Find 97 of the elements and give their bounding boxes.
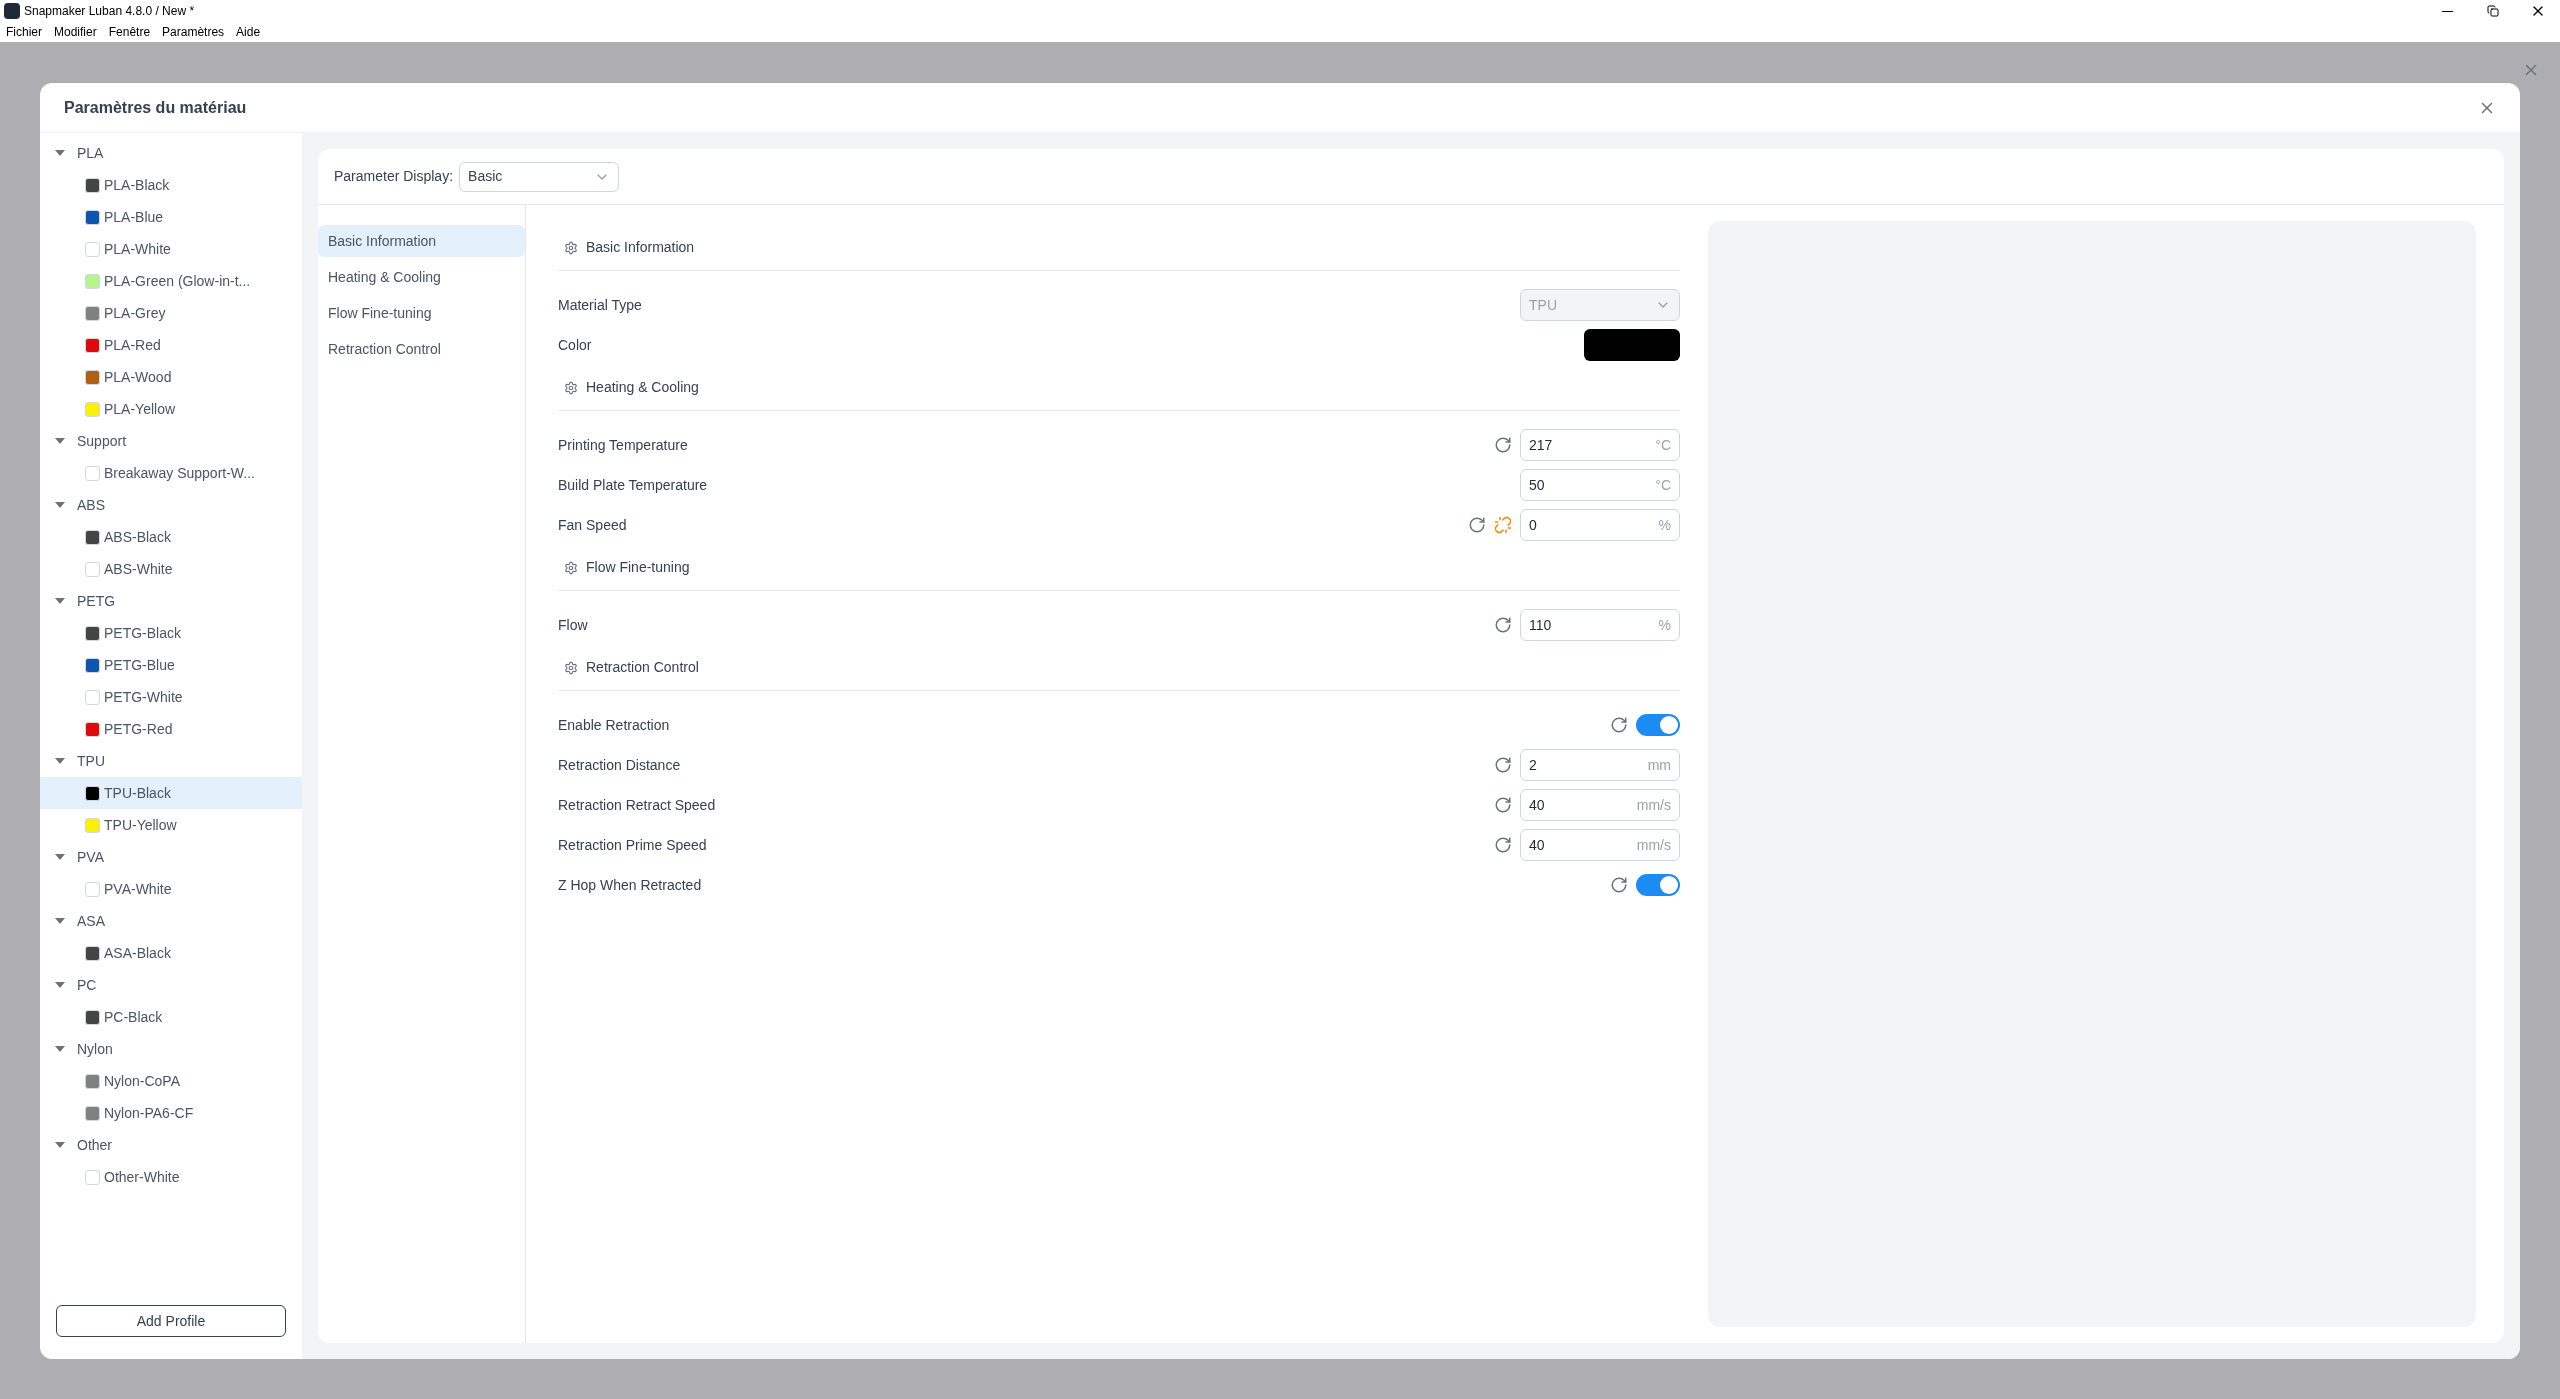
nav-tab[interactable]: Retraction Control: [318, 333, 525, 365]
setting-label: Enable Retraction: [558, 715, 670, 735]
material-item[interactable]: ASA-Black: [40, 937, 302, 969]
group-label[interactable]: ABS: [77, 494, 105, 516]
menu-item[interactable]: Paramètres: [162, 23, 225, 41]
nav-tab[interactable]: Basic Information: [318, 225, 525, 257]
caret-icon[interactable]: [55, 982, 65, 988]
section-title: Retraction Control: [586, 658, 699, 677]
reset-icon[interactable]: [1494, 756, 1512, 774]
material-item[interactable]: PLA-Blue: [40, 201, 302, 233]
number-field[interactable]: 110 %: [1520, 609, 1680, 641]
setting-label: Retraction Retract Speed: [558, 795, 716, 815]
group-label[interactable]: ASA: [77, 910, 105, 932]
group-label[interactable]: TPU: [77, 750, 105, 772]
add-profile-button[interactable]: Add Profile: [56, 1305, 286, 1337]
material-item[interactable]: PC-Black: [40, 1001, 302, 1033]
material-item[interactable]: PLA-White: [40, 233, 302, 265]
group-label[interactable]: PLA: [77, 142, 104, 164]
caret-icon[interactable]: [55, 918, 65, 924]
menu-item[interactable]: Modifier: [54, 23, 97, 41]
caret-icon[interactable]: [55, 438, 65, 444]
menu-item[interactable]: Aide: [236, 23, 261, 41]
settings-icon: [564, 240, 578, 255]
material-item[interactable]: ABS-White: [40, 553, 302, 585]
section-title: Heating & Cooling: [586, 378, 699, 397]
material-item[interactable]: PETG-Black: [40, 617, 302, 649]
material-item[interactable]: Other-White: [40, 1161, 302, 1193]
group-label[interactable]: Nylon: [77, 1038, 113, 1060]
menu-item[interactable]: Fenêtre: [108, 23, 151, 41]
material-item[interactable]: PVA-White: [40, 873, 302, 905]
reset-icon[interactable]: [1610, 716, 1628, 734]
material-item[interactable]: PLA-Green (Glow-in-t...: [40, 265, 302, 297]
color-swatch[interactable]: [1584, 329, 1680, 361]
caret-icon[interactable]: [55, 1142, 65, 1148]
minimize-icon: [2442, 10, 2453, 12]
setting-label: Retraction Prime Speed: [558, 835, 707, 855]
material-item[interactable]: TPU-Yellow: [40, 809, 302, 841]
group-label[interactable]: Other: [77, 1134, 112, 1156]
section-title: Flow Fine-tuning: [586, 558, 690, 577]
settings-icon: [564, 660, 578, 675]
material-item[interactable]: Nylon-CoPA: [40, 1065, 302, 1097]
number-field[interactable]: 0 %: [1520, 509, 1680, 541]
toggle-switch[interactable]: [1636, 714, 1680, 736]
section-title: Basic Information: [586, 238, 695, 257]
material-item[interactable]: Nylon-PA6-CF: [40, 1097, 302, 1129]
material-item[interactable]: PLA-Wood: [40, 361, 302, 393]
caret-icon[interactable]: [55, 1046, 65, 1052]
setting-label: Build Plate Temperature: [558, 475, 708, 495]
material-item[interactable]: PLA-Red: [40, 329, 302, 361]
setting-label: Printing Temperature: [558, 435, 688, 455]
number-field[interactable]: 217 °C: [1520, 429, 1680, 461]
app-logo-icon: [4, 3, 20, 19]
restore-icon: [2486, 5, 2499, 17]
settings-icon: [564, 560, 578, 575]
caret-icon[interactable]: [55, 854, 65, 860]
reset-icon[interactable]: [1494, 796, 1512, 814]
window-title: Snapmaker Luban 4.8.0 / New *: [24, 3, 195, 20]
number-field[interactable]: 50 °C: [1520, 469, 1680, 501]
toggle-switch[interactable]: [1636, 874, 1680, 896]
group-label[interactable]: PETG: [77, 590, 116, 612]
material-item[interactable]: Breakaway Support-W...: [40, 457, 302, 489]
parameter-display-select[interactable]: Basic: [459, 161, 620, 192]
material-item[interactable]: TPU-Black: [40, 777, 302, 809]
caret-icon[interactable]: [55, 150, 65, 156]
menu-item[interactable]: Fichier: [6, 23, 42, 41]
material-item[interactable]: PETG-Red: [40, 713, 302, 745]
reset-icon[interactable]: [1494, 436, 1512, 454]
material-item[interactable]: PLA-Black: [40, 169, 302, 201]
setting-label: Fan Speed: [558, 515, 627, 535]
dialog-title: Paramètres du matériau: [64, 97, 247, 118]
caret-icon[interactable]: [55, 502, 65, 508]
number-field[interactable]: 2 mm: [1520, 749, 1680, 781]
parameter-display-label: Parameter Display:: [334, 167, 454, 186]
nav-tab[interactable]: Heating & Cooling: [318, 261, 525, 293]
settings-icon: [564, 380, 578, 395]
setting-label: Retraction Distance: [558, 755, 681, 775]
setting-label: Color: [558, 335, 592, 355]
group-label[interactable]: PVA: [77, 846, 104, 868]
reset-icon[interactable]: [1494, 616, 1512, 634]
nav-tab[interactable]: Flow Fine-tuning: [318, 297, 525, 329]
caret-icon[interactable]: [55, 758, 65, 764]
number-field[interactable]: 40 mm/s: [1520, 789, 1680, 821]
material-item[interactable]: PLA-Grey: [40, 297, 302, 329]
setting-label: Z Hop When Retracted: [558, 875, 702, 895]
material-item[interactable]: PETG-Blue: [40, 649, 302, 681]
material-item[interactable]: PLA-Yellow: [40, 393, 302, 425]
caret-icon[interactable]: [55, 598, 65, 604]
material-item[interactable]: ABS-Black: [40, 521, 302, 553]
reset-icon[interactable]: [1494, 836, 1512, 854]
reset-icon[interactable]: [1610, 876, 1628, 894]
number-field[interactable]: 40 mm/s: [1520, 829, 1680, 861]
group-label[interactable]: Support: [77, 430, 127, 452]
setting-label: Flow: [558, 615, 588, 635]
group-label[interactable]: PC: [77, 974, 97, 996]
setting-label: Material Type: [558, 295, 642, 315]
material-item[interactable]: PETG-White: [40, 681, 302, 713]
reset-icon[interactable]: [1468, 516, 1486, 534]
